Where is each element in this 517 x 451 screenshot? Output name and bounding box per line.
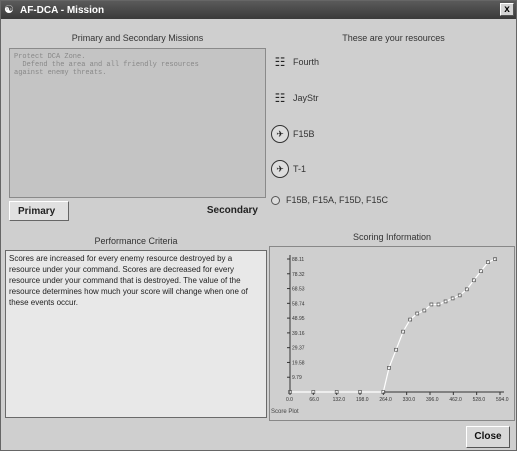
title-bar[interactable]: ☯ AF-DCA - Mission x (1, 1, 516, 19)
mission-window: ☯ AF-DCA - Mission x Primary and Seconda… (0, 0, 517, 451)
x-tick-label: 264.0 (379, 397, 392, 403)
aircraft-icon: ✈ (271, 160, 289, 178)
window-title: AF-DCA - Mission (20, 4, 105, 16)
unit-icon: ☷ (274, 91, 286, 105)
criteria-text-area[interactable]: Scores are increased for every enemy res… (5, 250, 267, 418)
x-tick-label: 396.0 (426, 397, 439, 403)
resource-label: JayStr (293, 93, 319, 103)
y-tick-label: 29.37 (292, 346, 305, 352)
scoring-header: Scoring Information (352, 232, 432, 242)
resources-header: These are your resources (342, 33, 445, 43)
score-plot-label: Score Plot (271, 409, 299, 415)
score-plot-svg: 9.79 19.58 29.37 39.16 48.95 58.74 68.53 78.32 8… (286, 255, 509, 403)
score-chart: 9.79 19.58 29.37 39.16 48.95 58.74 68.53 78.32 8… (269, 246, 515, 421)
unit-icon: ☷ (274, 55, 286, 69)
resource-item-group[interactable]: F15B, F15A, F15D, F15C (271, 195, 388, 205)
score-series-line (290, 258, 496, 393)
missions-text: Protect DCA Zone. Defend the area and al… (14, 53, 199, 77)
radio-button[interactable] (271, 195, 280, 205)
tab-secondary[interactable]: Secondary (196, 201, 266, 221)
y-tick-label: 39.16 (292, 331, 305, 337)
y-tick-label: 88.11 (292, 257, 304, 263)
y-tick-label: 19.58 (292, 360, 305, 366)
resource-label: T-1 (293, 164, 307, 174)
criteria-header: Performance Criteria (94, 236, 178, 246)
resource-item-f15b[interactable]: ✈ F15B (271, 125, 315, 143)
tab-primary[interactable]: Primary (9, 201, 69, 221)
window-close-icon[interactable]: x (500, 3, 514, 16)
x-tick-label: 66.0 (309, 397, 319, 403)
resource-label: F15B, F15A, F15D, F15C (286, 195, 389, 205)
y-tick-label: 58.74 (292, 301, 305, 307)
missions-text-area[interactable]: Protect DCA Zone. Defend the area and al… (9, 48, 266, 198)
aircraft-icon: ✈ (271, 125, 289, 143)
criteria-text: Scores are increased for every enemy res… (9, 254, 248, 307)
y-tick-label: 78.32 (292, 272, 305, 278)
resource-label: Fourth (293, 57, 320, 67)
resource-label: F15B (293, 129, 315, 139)
mission-tabs: Primary Secondary (9, 201, 266, 221)
x-tick-label: 132.0 (333, 397, 346, 403)
x-tick-label: 0.0 (286, 397, 293, 403)
resource-item-t1[interactable]: ✈ T-1 (271, 160, 306, 178)
close-button[interactable]: Close (466, 426, 510, 448)
x-tick-label: 462.0 (449, 397, 462, 403)
x-tick-label: 594.0 (496, 397, 509, 403)
y-tick-label: 48.95 (292, 316, 305, 322)
x-tick-label: 528.0 (473, 397, 486, 403)
app-icon: ☯ (4, 4, 14, 16)
y-tick-label: 68.53 (292, 287, 305, 293)
missions-header: Primary and Secondary Missions (71, 33, 204, 43)
resource-item-fourth[interactable]: ☷ Fourth (271, 53, 319, 71)
x-tick-label: 330.0 (403, 397, 416, 403)
y-tick-label: 9.79 (292, 375, 302, 381)
x-tick-label: 198.0 (356, 397, 369, 403)
resources-list: ☷ Fourth ☷ JayStr ✈ F15B ✈ T-1 F15B, F15… (271, 49, 516, 219)
resource-item-jaystr[interactable]: ☷ JayStr (271, 89, 319, 107)
